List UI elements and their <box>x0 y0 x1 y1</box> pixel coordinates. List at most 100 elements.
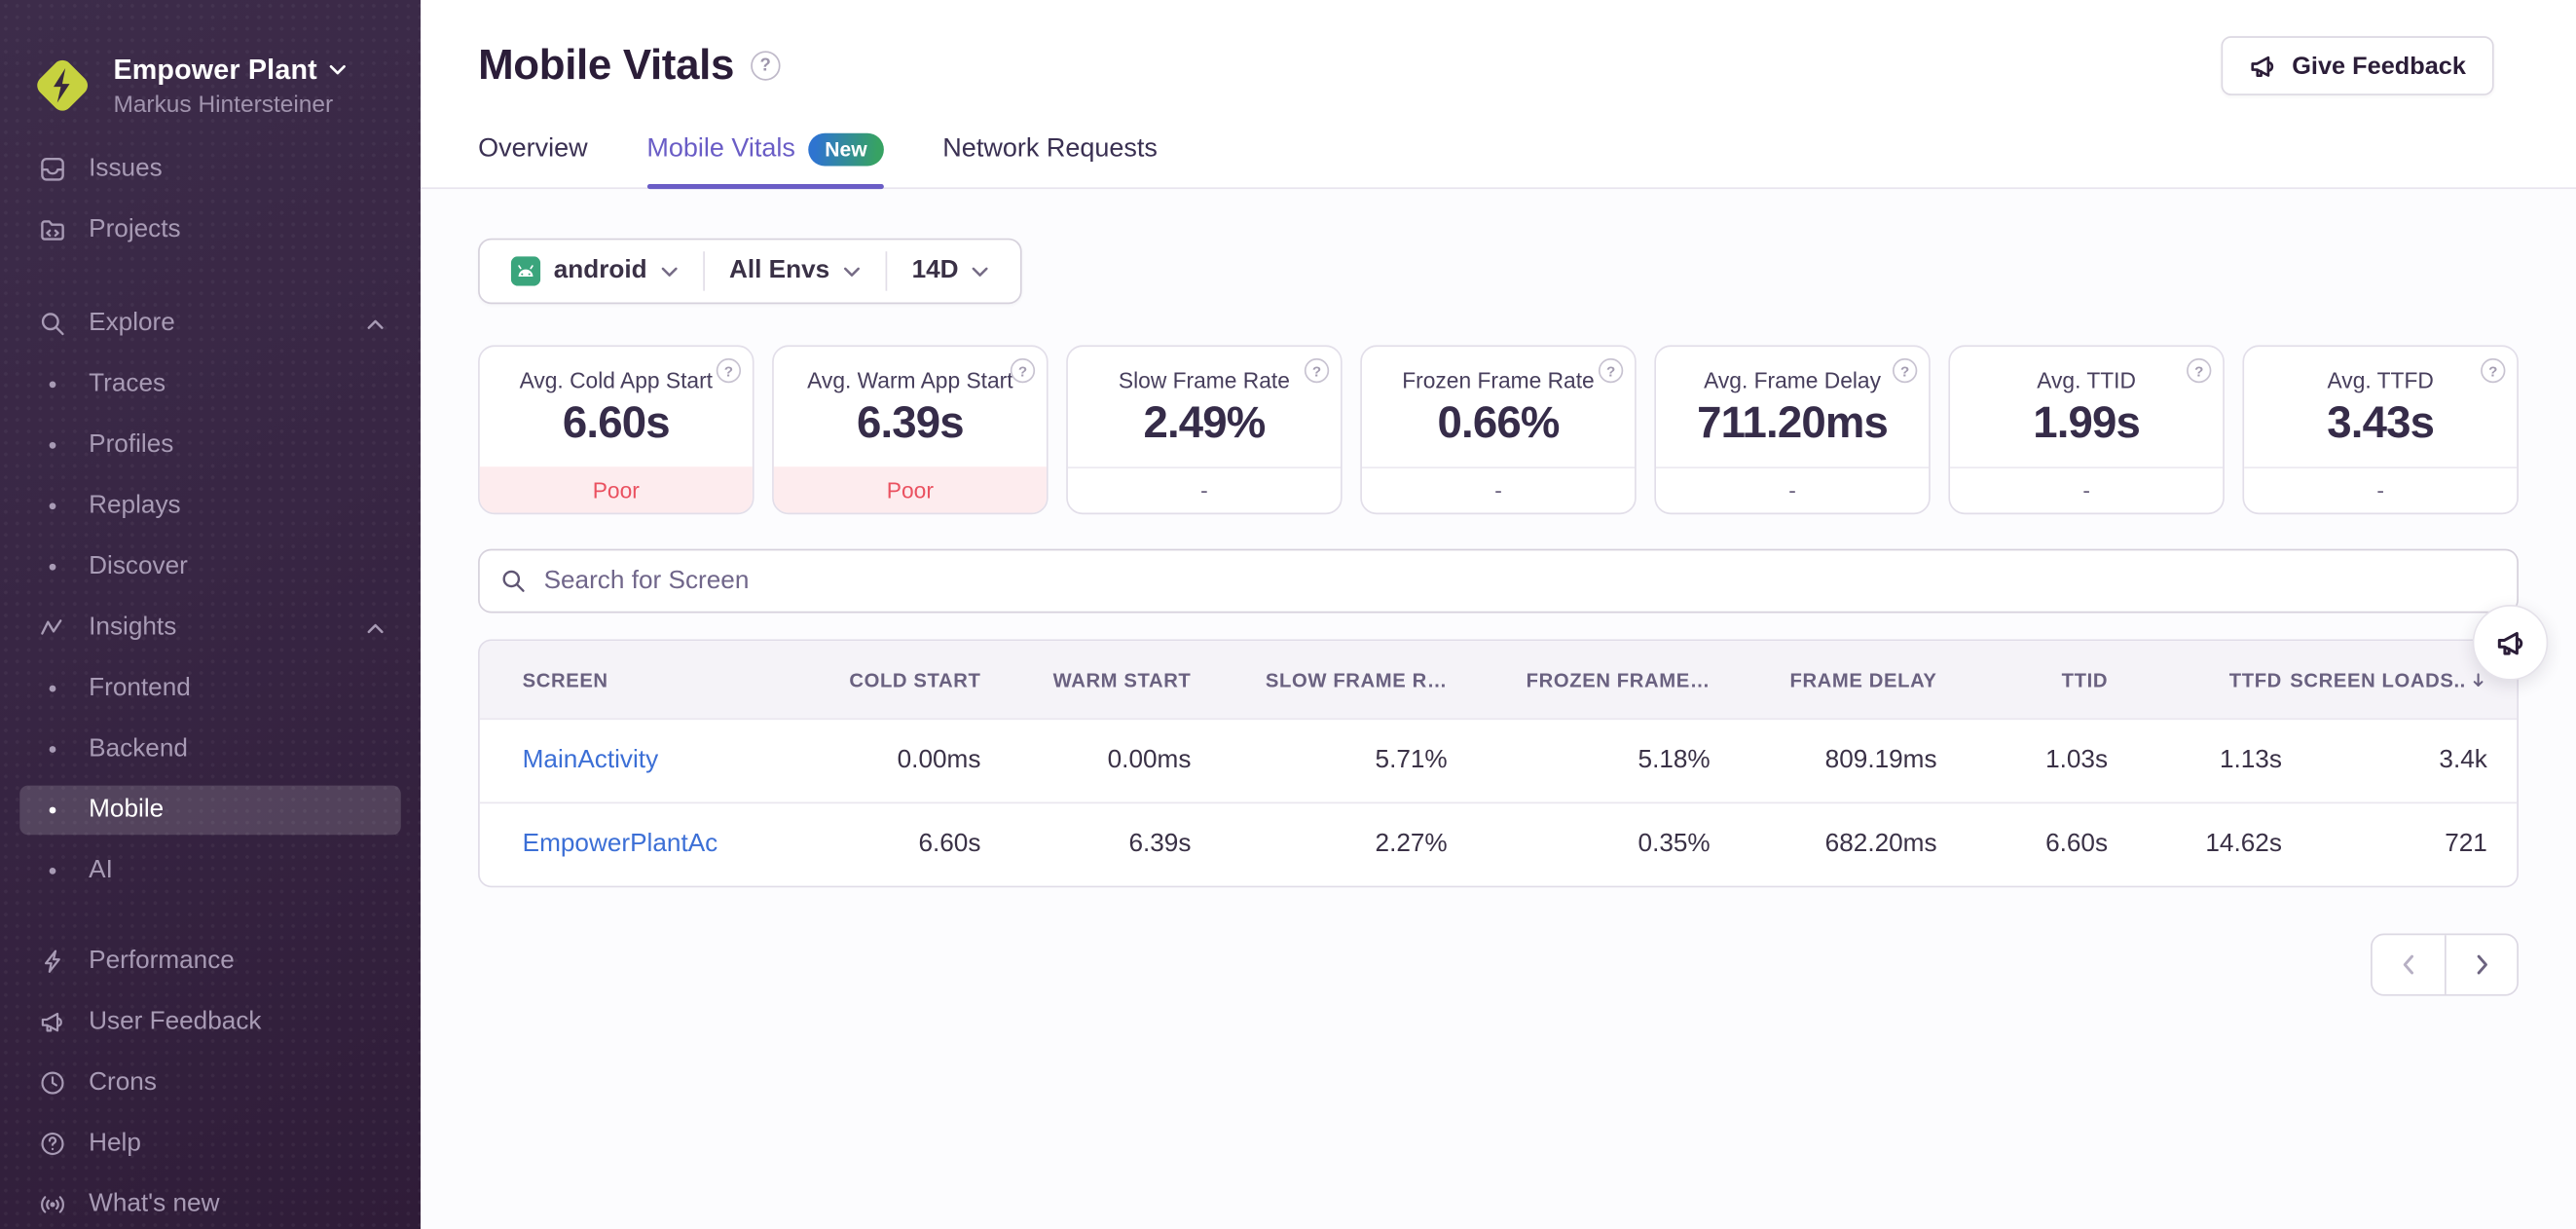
column-header-slow-frame-rate[interactable]: SLOW FRAME R… <box>1191 668 1447 691</box>
vital-card-slow-frame-rate: Slow Frame Rate ? 2.49% - <box>1066 345 1343 515</box>
card-help-icon[interactable]: ? <box>2187 357 2212 384</box>
table-row[interactable]: MainActivity 0.00ms 0.00ms 5.71% 5.18% 8… <box>479 718 2518 801</box>
frozen-frame-rate-value: 0.35% <box>1638 830 1711 858</box>
vital-card-ttid: Avg. TTID ? 1.99s - <box>1948 345 2225 515</box>
sidebar-item-ai[interactable]: AI <box>19 846 401 896</box>
vital-card-ttfd: Avg. TTFD ? 3.43s - <box>2242 345 2519 515</box>
card-help-icon[interactable]: ? <box>2481 357 2506 384</box>
megaphone-icon <box>2251 56 2274 77</box>
vital-card-frame-delay: Avg. Frame Delay ? 711.20ms - <box>1654 345 1931 515</box>
sidebar-item-user-feedback[interactable]: User Feedback <box>19 997 401 1047</box>
card-label: Slow Frame Rate <box>1118 368 1290 393</box>
sidebar-item-replays[interactable]: Replays <box>19 481 401 531</box>
sidebar-item-profiles[interactable]: Profiles <box>19 421 401 470</box>
card-help-icon[interactable]: ? <box>716 357 742 384</box>
sidebar-item-mobile[interactable]: Mobile <box>19 785 401 836</box>
column-header-frozen-frame-rate[interactable]: FROZEN FRAME… <box>1448 668 1711 691</box>
search-icon <box>502 570 525 592</box>
environment-filter-value: All Envs <box>728 256 830 284</box>
date-range-filter[interactable]: 14D <box>887 256 1014 285</box>
environment-filter[interactable]: All Envs <box>705 256 886 285</box>
sidebar-item-traces[interactable]: Traces <box>19 360 401 410</box>
sidebar-item-whats-new[interactable]: What's new <box>19 1180 401 1229</box>
chevron-down-icon <box>660 266 679 278</box>
tab-mobile-vitals[interactable]: Mobile Vitals New <box>646 132 884 190</box>
sidebar-item-label: What's new <box>89 1189 220 1218</box>
search-input[interactable] <box>540 564 2496 598</box>
sidebar-item-backend[interactable]: Backend <box>19 725 401 774</box>
question-circle-icon <box>36 1131 69 1157</box>
tab-label: Network Requests <box>942 134 1158 164</box>
give-feedback-button[interactable]: Give Feedback <box>2221 36 2494 95</box>
floating-feedback-button[interactable] <box>2472 605 2549 681</box>
chevron-up-icon[interactable] <box>366 622 385 634</box>
status-badge: - <box>1361 466 1636 512</box>
project-filter[interactable]: android <box>487 256 703 286</box>
screen-search <box>478 548 2519 614</box>
bullet-icon <box>36 503 69 510</box>
sidebar-item-explore[interactable]: Explore <box>19 299 401 349</box>
sidebar-item-label: Help <box>89 1129 141 1157</box>
tab-label: Mobile Vitals <box>646 134 795 164</box>
card-value: 6.39s <box>856 397 965 447</box>
column-header-ttfd[interactable]: TTFD <box>2108 668 2282 691</box>
status-badge: - <box>1950 466 2224 512</box>
screen-link[interactable]: MainActivity <box>523 746 659 774</box>
org-info: Empower Plant Markus Hintersteiner <box>113 54 347 118</box>
sidebar-item-crons[interactable]: Crons <box>19 1059 401 1108</box>
org-switcher[interactable]: Empower Plant Markus Hintersteiner <box>19 0 401 145</box>
card-help-icon[interactable]: ? <box>1304 357 1330 384</box>
tab-network-requests[interactable]: Network Requests <box>942 133 1158 188</box>
bullet-icon <box>36 868 69 875</box>
sidebar-item-label: Frontend <box>89 673 191 702</box>
bullet-icon <box>36 563 69 571</box>
column-header-warm-start[interactable]: WARM START <box>980 668 1191 691</box>
column-header-cold-start[interactable]: COLD START <box>776 668 981 691</box>
insights-graph-icon <box>36 614 69 641</box>
title-help-icon[interactable]: ? <box>750 50 781 80</box>
bullet-icon <box>36 685 69 692</box>
new-badge: New <box>808 132 884 167</box>
column-header-screen-loads[interactable]: SCREEN LOADS.. <box>2282 668 2517 691</box>
sidebar-item-projects[interactable]: Projects <box>19 205 401 255</box>
column-header-ttid[interactable]: TTID <box>1937 668 2109 691</box>
table-row[interactable]: EmpowerPlantAc 6.60s 6.39s 2.27% 0.35% 6… <box>479 801 2518 886</box>
status-badge: - <box>1656 466 1930 512</box>
screen-link[interactable]: EmpowerPlantAc <box>523 830 718 858</box>
android-icon <box>510 256 541 286</box>
previous-page-button[interactable] <box>2373 935 2445 994</box>
slow-frame-rate-value: 2.27% <box>1375 830 1448 858</box>
slow-frame-rate-value: 5.71% <box>1375 746 1448 774</box>
card-help-icon[interactable]: ? <box>1893 357 1918 384</box>
app-root: Empower Plant Markus Hintersteiner Issue… <box>0 0 2576 1229</box>
sidebar-item-performance[interactable]: Performance <box>19 937 401 987</box>
column-header-frame-delay[interactable]: FRAME DELAY <box>1711 668 1937 691</box>
sidebar-item-help[interactable]: Help <box>19 1119 401 1169</box>
sidebar-item-label: Performance <box>89 947 235 975</box>
sidebar-item-label: Projects <box>89 215 181 243</box>
card-label: Avg. TTID <box>2037 368 2136 393</box>
frozen-frame-rate-value: 5.18% <box>1638 746 1711 774</box>
project-filter-value: android <box>553 256 647 284</box>
column-header-screen[interactable]: SCREEN <box>480 668 776 691</box>
card-label: Frozen Frame Rate <box>1402 368 1595 393</box>
ttfd-value: 14.62s <box>2205 830 2282 858</box>
tab-overview[interactable]: Overview <box>478 133 588 188</box>
chevron-up-icon[interactable] <box>366 318 385 330</box>
card-help-icon[interactable]: ? <box>1598 357 1624 384</box>
sidebar-item-label: Replays <box>89 491 181 520</box>
sidebar-item-label: Mobile <box>89 795 165 824</box>
card-help-icon[interactable]: ? <box>1010 357 1036 384</box>
filter-bar: android All Envs 14D <box>478 238 1023 305</box>
search-icon <box>36 311 69 337</box>
sidebar-item-insights[interactable]: Insights <box>19 603 401 652</box>
vital-card-frozen-frame-rate: Frozen Frame Rate ? 0.66% - <box>1360 345 1637 515</box>
frame-delay-value: 809.19ms <box>1824 746 1937 774</box>
page-title: Mobile Vitals <box>478 39 735 90</box>
card-label: Avg. TTFD <box>2327 368 2434 393</box>
give-feedback-label: Give Feedback <box>2292 52 2466 80</box>
sidebar-item-discover[interactable]: Discover <box>19 542 401 592</box>
next-page-button[interactable] <box>2445 935 2517 994</box>
sidebar-item-frontend[interactable]: Frontend <box>19 664 401 714</box>
sidebar-item-issues[interactable]: Issues <box>19 145 401 195</box>
